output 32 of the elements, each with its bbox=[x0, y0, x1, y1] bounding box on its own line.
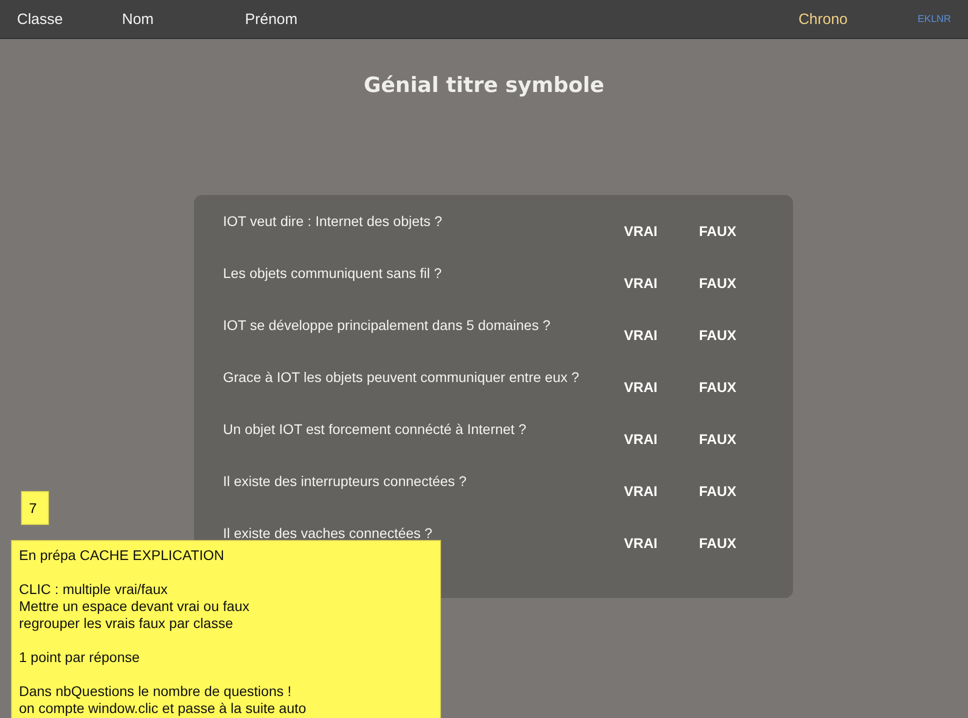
false-button[interactable]: FAUX bbox=[699, 419, 736, 447]
false-button[interactable]: FAUX bbox=[699, 471, 736, 499]
true-button[interactable]: VRAI bbox=[624, 315, 699, 343]
question-text: Grace à IOT les objets peuvent communiquer entre eux ? bbox=[223, 368, 580, 385]
question-text: Un objet IOT est forcement connécté à Internet ? bbox=[223, 420, 528, 437]
true-button[interactable]: VRAI bbox=[624, 367, 699, 395]
question-text: Les objets communiquent sans fil ? bbox=[223, 264, 443, 281]
column-header: Prénom bbox=[245, 10, 299, 28]
note-paragraph: Dans nbQuestions le nombre de questions ! on compte window.clic et passe à la suite auto bbox=[19, 683, 308, 717]
true-button[interactable]: VRAI bbox=[624, 419, 699, 447]
false-button[interactable]: FAUX bbox=[699, 263, 736, 291]
note-paragraph: 1 point par réponse bbox=[19, 649, 141, 666]
true-button[interactable]: VRAI bbox=[624, 263, 699, 291]
false-button[interactable]: FAUX bbox=[699, 211, 736, 239]
note-paragraph: CLIC : multiple vrai/faux Mettre un espace devant vrai ou faux regrouper les vrais faux par classe bbox=[19, 581, 250, 632]
true-button[interactable]: VRAI bbox=[624, 523, 699, 551]
page-title: Génial titre symbole bbox=[362, 73, 606, 99]
column-header: Classe bbox=[17, 10, 64, 28]
true-button[interactable]: VRAI bbox=[624, 471, 699, 499]
question-text: IOT veut dire : Internet des objets ? bbox=[223, 212, 444, 229]
false-button[interactable]: FAUX bbox=[699, 315, 736, 343]
chrono-label: Chrono bbox=[798, 10, 848, 28]
question-text: Il existe des vaches connectées ? bbox=[223, 524, 434, 541]
false-button[interactable]: FAUX bbox=[699, 523, 736, 551]
question-text: IOT se développe principalement dans 5 domaines ? bbox=[223, 316, 552, 333]
true-button[interactable]: VRAI bbox=[624, 211, 699, 239]
counter-note: 7 bbox=[21, 491, 49, 525]
false-button[interactable]: FAUX bbox=[699, 367, 736, 395]
code-label: EKLNR bbox=[918, 14, 951, 24]
note-paragraph: En prépa CACHE EXPLICATION bbox=[19, 547, 226, 564]
column-header: Nom bbox=[122, 10, 155, 28]
question-text: Il existe des interrupteurs connectées ? bbox=[223, 472, 468, 489]
